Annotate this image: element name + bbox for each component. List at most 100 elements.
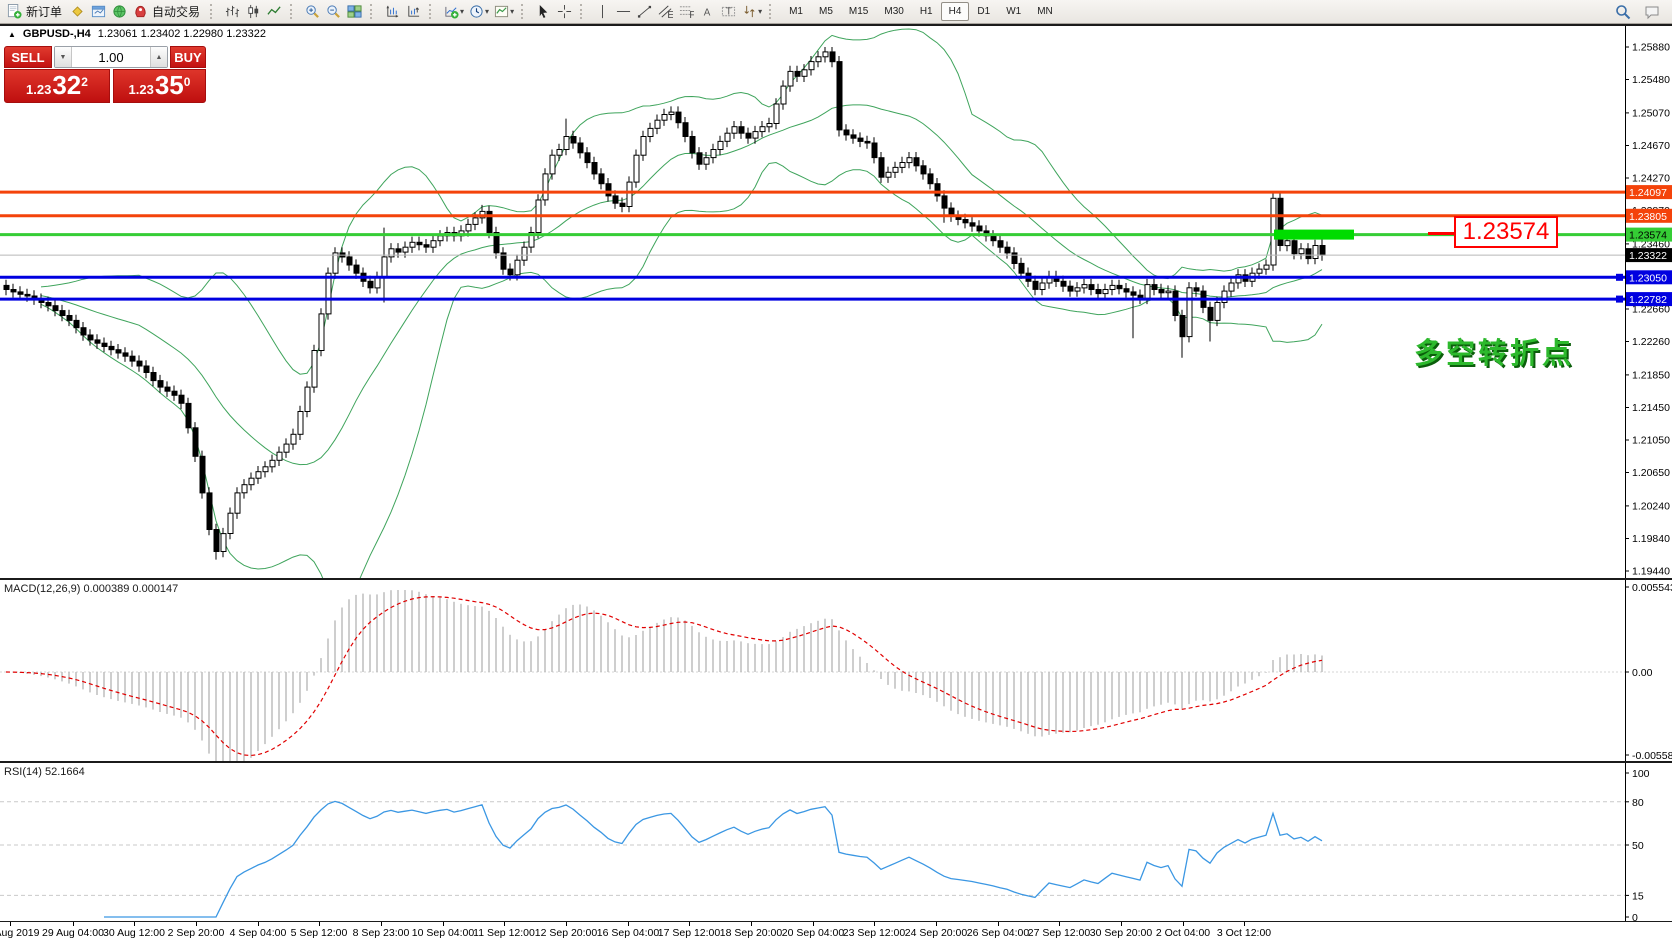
time-axis-label: 20 Sep 04:00	[782, 927, 844, 939]
sell-price[interactable]: 1.23 32 2	[4, 69, 110, 103]
svg-text:0.00: 0.00	[1632, 667, 1653, 679]
time-axis-tick	[936, 922, 937, 926]
toolbar-grip	[769, 4, 776, 19]
template-dropdown[interactable]: ▾	[510, 7, 514, 16]
svg-text:1.22782: 1.22782	[1629, 294, 1667, 306]
svg-text:0: 0	[1632, 912, 1638, 921]
toolbar-grip	[370, 4, 377, 19]
bar-chart-icon[interactable]	[222, 2, 243, 22]
one-click-collapse-arrow[interactable]: ▲	[8, 30, 16, 39]
time-axis[interactable]: 27 Aug 201929 Aug 04:0030 Aug 12:002 Sep…	[0, 922, 1672, 942]
time-axis-label: 10 Sep 04:00	[412, 927, 474, 939]
timeframe-h1[interactable]: H1	[912, 2, 941, 21]
auto-trading-label[interactable]: 自动交易	[152, 3, 200, 20]
pane-divider[interactable]	[0, 578, 1672, 580]
time-axis-tick	[998, 922, 999, 926]
trendline-tool-icon[interactable]	[634, 2, 655, 22]
add-indicator-icon[interactable]	[441, 2, 462, 22]
text-tool-icon[interactable]: A	[697, 2, 718, 22]
time-axis-tick	[813, 922, 814, 926]
new-order-label[interactable]: 新订单	[26, 3, 62, 20]
timeframe-m30[interactable]: M30	[876, 2, 911, 21]
volume-increase-button[interactable]: ▲	[150, 47, 167, 67]
channel-tool-icon[interactable]: E	[655, 2, 676, 22]
buy-price-big: 35	[155, 72, 184, 98]
timeframe-m15[interactable]: M15	[841, 2, 876, 21]
time-axis-tick	[443, 922, 444, 926]
horizontal-line-tool-icon[interactable]	[613, 2, 634, 22]
volume-stepper: ▼ 1.00 ▲	[54, 46, 168, 68]
arrows-dropdown[interactable]: ▾	[758, 7, 762, 16]
add-indicator-dropdown[interactable]: ▾	[460, 7, 464, 16]
time-axis-label: 30 Sep 20:00	[1090, 927, 1152, 939]
svg-text:1.25880: 1.25880	[1632, 42, 1670, 54]
pane-divider[interactable]	[0, 761, 1672, 763]
svg-text:1.21050: 1.21050	[1632, 435, 1670, 447]
template-icon[interactable]	[491, 2, 512, 22]
time-axis-label: 23 Sep 12:00	[843, 927, 905, 939]
price-annotation-box[interactable]: 1.23574	[1454, 216, 1558, 248]
buy-button[interactable]: BUY	[170, 46, 206, 68]
vertical-line-tool-icon[interactable]	[592, 2, 613, 22]
volume-field[interactable]: 1.00	[72, 47, 150, 67]
shift-chart-icon[interactable]	[403, 2, 424, 22]
time-axis-tick	[10, 922, 11, 926]
autotrading-icon[interactable]	[130, 2, 151, 22]
search-icon[interactable]	[1612, 2, 1633, 22]
periods-dropdown[interactable]: ▾	[485, 7, 489, 16]
toolbar-right-group	[1612, 2, 1668, 22]
navigator-icon[interactable]	[109, 2, 130, 22]
chart-symbol-header: ▲ GBPUSD-,H4 1.23061 1.23402 1.22980 1.2…	[8, 28, 266, 40]
timeframe-m5[interactable]: M5	[811, 2, 841, 21]
time-axis-tick	[73, 922, 74, 926]
svg-text:100: 100	[1632, 768, 1650, 780]
price-chart-canvas[interactable]: 1.258801.254801.250701.246701.242701.238…	[0, 26, 1672, 578]
buy-price[interactable]: 1.23 35 0	[113, 69, 206, 103]
tile-windows-icon[interactable]	[344, 2, 365, 22]
metaeditor-icon[interactable]	[67, 2, 88, 22]
text-label-tool-icon[interactable]: T	[718, 2, 739, 22]
chat-icon[interactable]	[1641, 2, 1662, 22]
timeframe-d1[interactable]: D1	[969, 2, 998, 21]
time-axis-label: 5 Sep 12:00	[291, 927, 348, 939]
volume-decrease-button[interactable]: ▼	[55, 47, 72, 67]
svg-text:1.22260: 1.22260	[1632, 336, 1670, 348]
periods-clock-icon[interactable]	[466, 2, 487, 22]
svg-text:F: F	[689, 10, 694, 19]
candlestick-chart-icon[interactable]	[243, 2, 264, 22]
time-axis-label: 17 Sep 12:00	[658, 927, 720, 939]
timeframe-h4[interactable]: H4	[941, 2, 970, 21]
svg-text:E: E	[667, 10, 673, 19]
svg-text:80: 80	[1632, 797, 1644, 809]
svg-text:1.23805: 1.23805	[1629, 211, 1667, 223]
time-axis-tick	[1059, 922, 1060, 926]
zoom-in-icon[interactable]	[302, 2, 323, 22]
svg-text:1.19440: 1.19440	[1632, 566, 1670, 578]
timeframe-w1[interactable]: W1	[998, 2, 1029, 21]
sell-button[interactable]: SELL	[4, 46, 52, 68]
svg-text:1.24270: 1.24270	[1632, 173, 1670, 185]
new-order-icon[interactable]	[4, 2, 25, 22]
time-axis-label: 27 Aug 2019	[0, 927, 39, 939]
fibonacci-tool-icon[interactable]: F	[676, 2, 697, 22]
market-watch-icon[interactable]	[88, 2, 109, 22]
crosshair-icon[interactable]	[554, 2, 575, 22]
rsi-indicator-pane[interactable]: 1008050150	[0, 763, 1672, 921]
arrows-tool-icon[interactable]	[739, 2, 760, 22]
time-axis-tick	[134, 922, 135, 926]
svg-text:1.20650: 1.20650	[1632, 467, 1670, 479]
time-axis-tick	[381, 922, 382, 926]
cursor-icon[interactable]	[533, 2, 554, 22]
zoom-out-icon[interactable]	[323, 2, 344, 22]
buy-price-sup: 0	[184, 75, 191, 89]
timeframe-mn[interactable]: MN	[1029, 2, 1061, 21]
timeframe-m1[interactable]: M1	[781, 2, 811, 21]
macd-indicator-pane[interactable]: 0.0055430.00-0.005583	[0, 580, 1672, 761]
line-chart-icon[interactable]	[264, 2, 285, 22]
time-axis-tick	[1121, 922, 1122, 926]
main-toolbar: 新订单 自动交易 ▾ ▾ ▾ E F A T ▾	[0, 0, 1672, 24]
arrange-charts-icon[interactable]	[382, 2, 403, 22]
svg-text:1.24670: 1.24670	[1632, 140, 1670, 152]
buy-price-prefix: 1.23	[129, 82, 154, 97]
turning-point-label[interactable]: 多空转折点	[1414, 330, 1574, 372]
